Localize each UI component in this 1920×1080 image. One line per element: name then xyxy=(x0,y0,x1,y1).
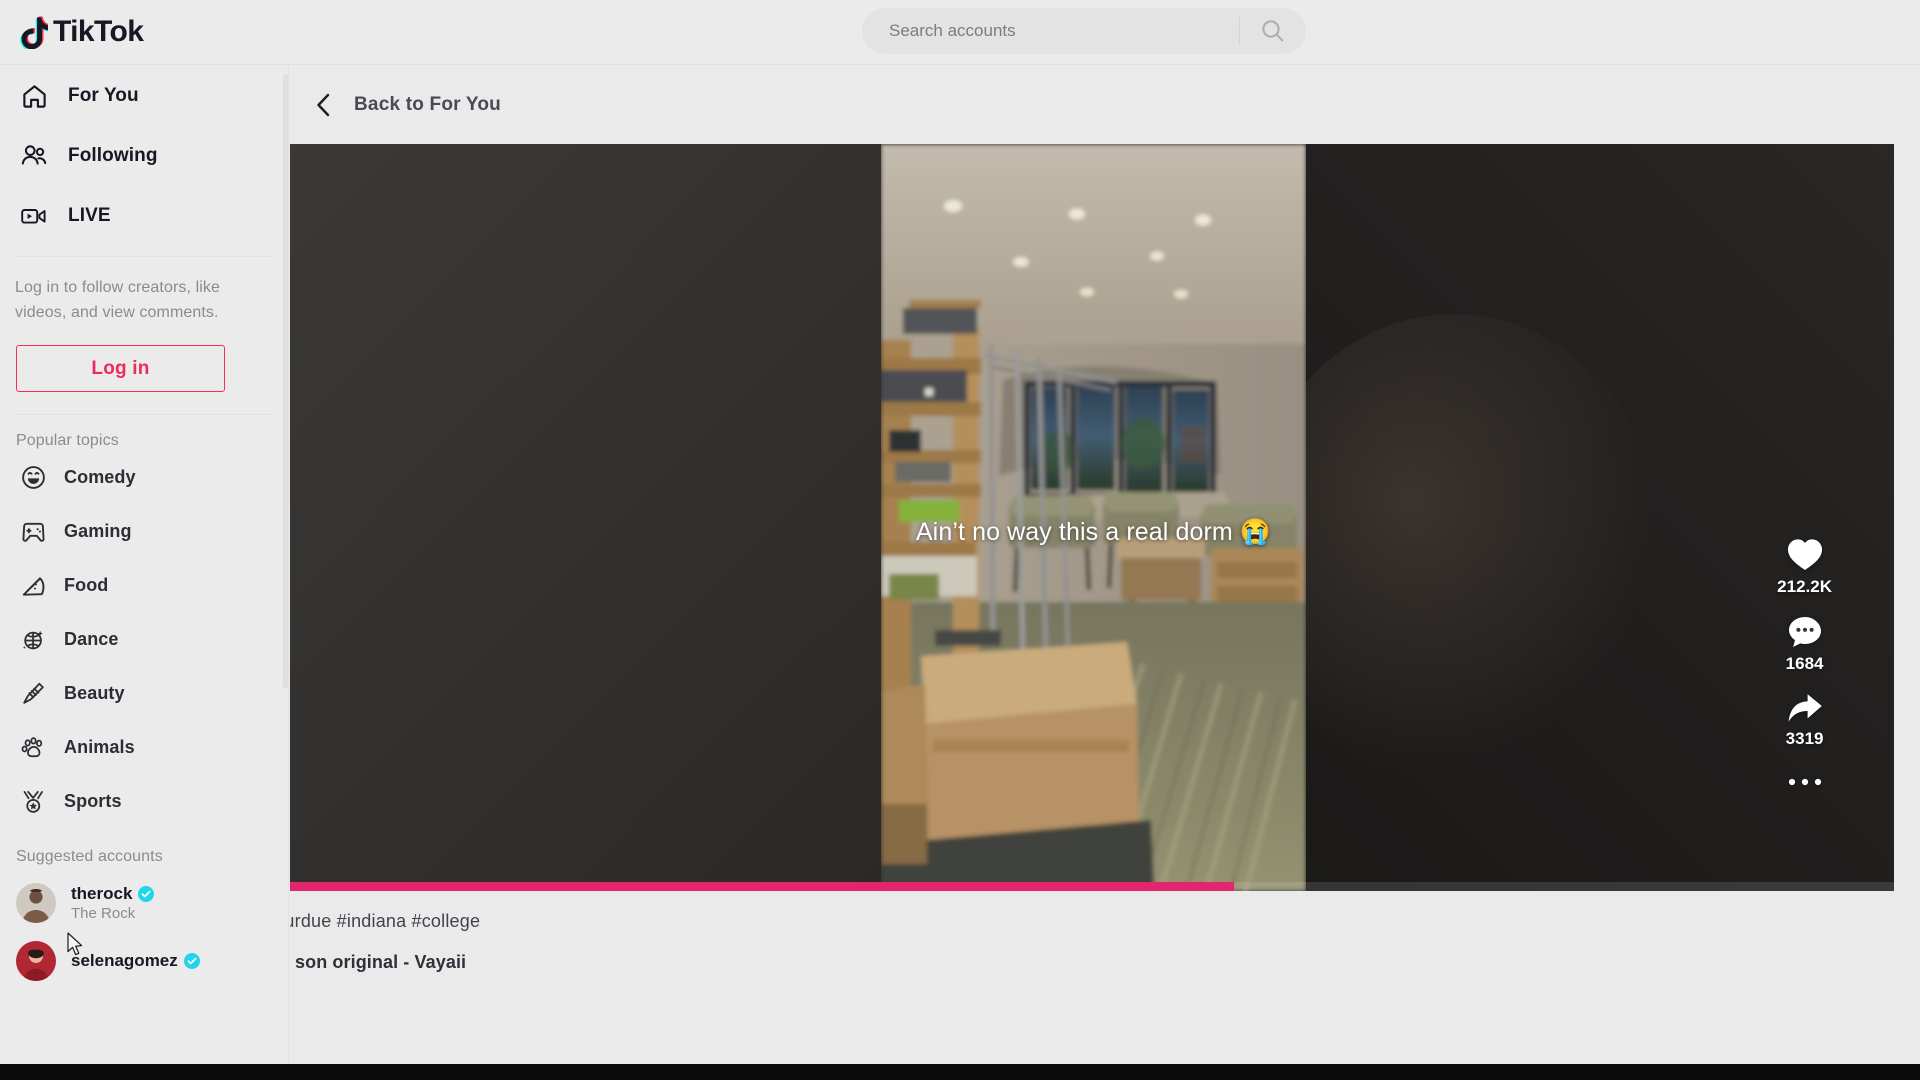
share-button[interactable]: 3319 xyxy=(1786,692,1824,749)
search-input[interactable] xyxy=(862,9,1239,53)
topic-item-beauty[interactable]: Beauty xyxy=(0,666,288,720)
back-to-for-you-button[interactable]: Back to For You xyxy=(290,91,501,119)
makeup-brush-icon xyxy=(18,678,48,708)
sidebar-label: For You xyxy=(68,85,139,106)
post-hashtags[interactable]: #purdue #indiana #college xyxy=(290,911,1164,932)
like-button[interactable]: 212.2K xyxy=(1777,536,1832,597)
share-arrow-icon xyxy=(1786,692,1824,724)
topic-item-gaming[interactable]: Gaming xyxy=(0,504,288,558)
account-text: therock The Rock xyxy=(71,884,155,922)
video-progress-fill xyxy=(290,882,1234,891)
home-icon xyxy=(17,79,51,113)
suggested-account-therock[interactable]: therock The Rock xyxy=(0,874,288,932)
topic-item-sports[interactable]: Sports xyxy=(0,774,288,828)
sidebar-item-following[interactable]: Following xyxy=(0,126,288,186)
topic-label: Comedy xyxy=(64,466,136,487)
main-content: Back to For You Ain’t no way this a real… xyxy=(290,66,1920,1064)
search-bar[interactable] xyxy=(862,8,1306,54)
video-action-rail: 212.2K 1684 3319 xyxy=(1777,536,1832,794)
log-in-button[interactable]: Log in xyxy=(16,345,225,392)
verified-badge-icon xyxy=(138,886,155,902)
sidebar-item-for-you[interactable]: For You xyxy=(0,66,288,126)
chevron-left-icon xyxy=(312,91,336,119)
more-options-button[interactable] xyxy=(1786,775,1824,794)
verified-badge-icon xyxy=(183,952,200,969)
post-music-row[interactable]: son original - Vayaii xyxy=(290,952,1164,973)
topic-item-animals[interactable]: Animals xyxy=(0,720,288,774)
tiktok-app: TikTok Search accounts For You Following… xyxy=(0,0,1920,1080)
topic-item-food[interactable]: Food xyxy=(0,558,288,612)
laughing-face-icon xyxy=(18,462,48,492)
top-header: TikTok xyxy=(0,0,1920,65)
video-progress-bar[interactable] xyxy=(290,882,1894,891)
account-name-row: therock xyxy=(71,884,155,904)
post-meta: #purdue #indiana #college son original -… xyxy=(290,911,1164,973)
like-count: 212.2K xyxy=(1777,577,1832,596)
popular-topics-heading: Popular topics xyxy=(16,432,119,449)
sidebar: For You Following LIVE Log in to follow … xyxy=(0,66,289,1064)
heart-icon xyxy=(1786,536,1824,572)
account-handle: selenagomez xyxy=(71,950,178,970)
share-count: 3319 xyxy=(1785,729,1824,748)
account-name-row: selenagomez xyxy=(71,951,200,971)
search-icon xyxy=(1260,18,1286,44)
disco-ball-icon xyxy=(18,624,48,654)
post-music-label: son original - Vayaii xyxy=(295,952,467,972)
comment-count: 1684 xyxy=(1785,654,1824,673)
topic-label: Dance xyxy=(64,628,119,649)
account-display-name: The Rock xyxy=(71,905,136,922)
topic-label: Beauty xyxy=(64,682,125,703)
comment-button[interactable]: 1684 xyxy=(1786,615,1824,674)
sidebar-scroll-content: For You Following LIVE Log in to follow … xyxy=(0,66,288,990)
video-caption-overlay: Ain’t no way this a real dorm 😭 xyxy=(915,518,1272,546)
people-icon xyxy=(17,139,51,173)
avatar xyxy=(16,883,56,923)
divider xyxy=(17,414,272,415)
pizza-slice-icon xyxy=(18,570,48,600)
suggested-account-selenagomez[interactable]: selenagomez xyxy=(0,932,288,990)
search-button[interactable] xyxy=(1240,8,1306,54)
bottom-black-bar xyxy=(0,1064,1920,1080)
suggested-accounts-heading: Suggested accounts xyxy=(16,848,163,865)
topic-item-comedy[interactable]: Comedy xyxy=(0,450,288,504)
gamepad-icon xyxy=(18,516,48,546)
sidebar-label: Following xyxy=(68,145,158,166)
account-text: selenagomez xyxy=(71,951,200,972)
avatar xyxy=(16,941,56,981)
login-prompt-text: Log in to follow creators, like videos, … xyxy=(15,279,220,321)
back-label: Back to For You xyxy=(354,94,501,115)
topic-label: Sports xyxy=(64,790,122,811)
video-player[interactable]: Ain’t no way this a real dorm 😭 TikTok @… xyxy=(290,144,1894,891)
topic-label: Animals xyxy=(64,736,135,757)
sidebar-item-live[interactable]: LIVE xyxy=(0,186,288,246)
tiktok-note-icon xyxy=(18,15,48,49)
medal-icon xyxy=(18,786,48,816)
ellipsis-icon xyxy=(1786,775,1824,789)
logo-wordmark: TikTok xyxy=(53,15,144,48)
topic-label: Gaming xyxy=(64,520,132,541)
tiktok-logo[interactable]: TikTok xyxy=(18,9,144,55)
topic-label: Food xyxy=(64,574,109,595)
topic-item-dance[interactable]: Dance xyxy=(0,612,288,666)
live-video-icon xyxy=(17,199,51,233)
sidebar-scrollbar[interactable] xyxy=(283,74,288,689)
paw-print-icon xyxy=(18,732,48,762)
account-handle: therock xyxy=(71,884,133,903)
comment-bubble-icon xyxy=(1787,615,1823,649)
sidebar-label: LIVE xyxy=(68,205,111,226)
video-blur-backdrop-left xyxy=(290,144,884,891)
